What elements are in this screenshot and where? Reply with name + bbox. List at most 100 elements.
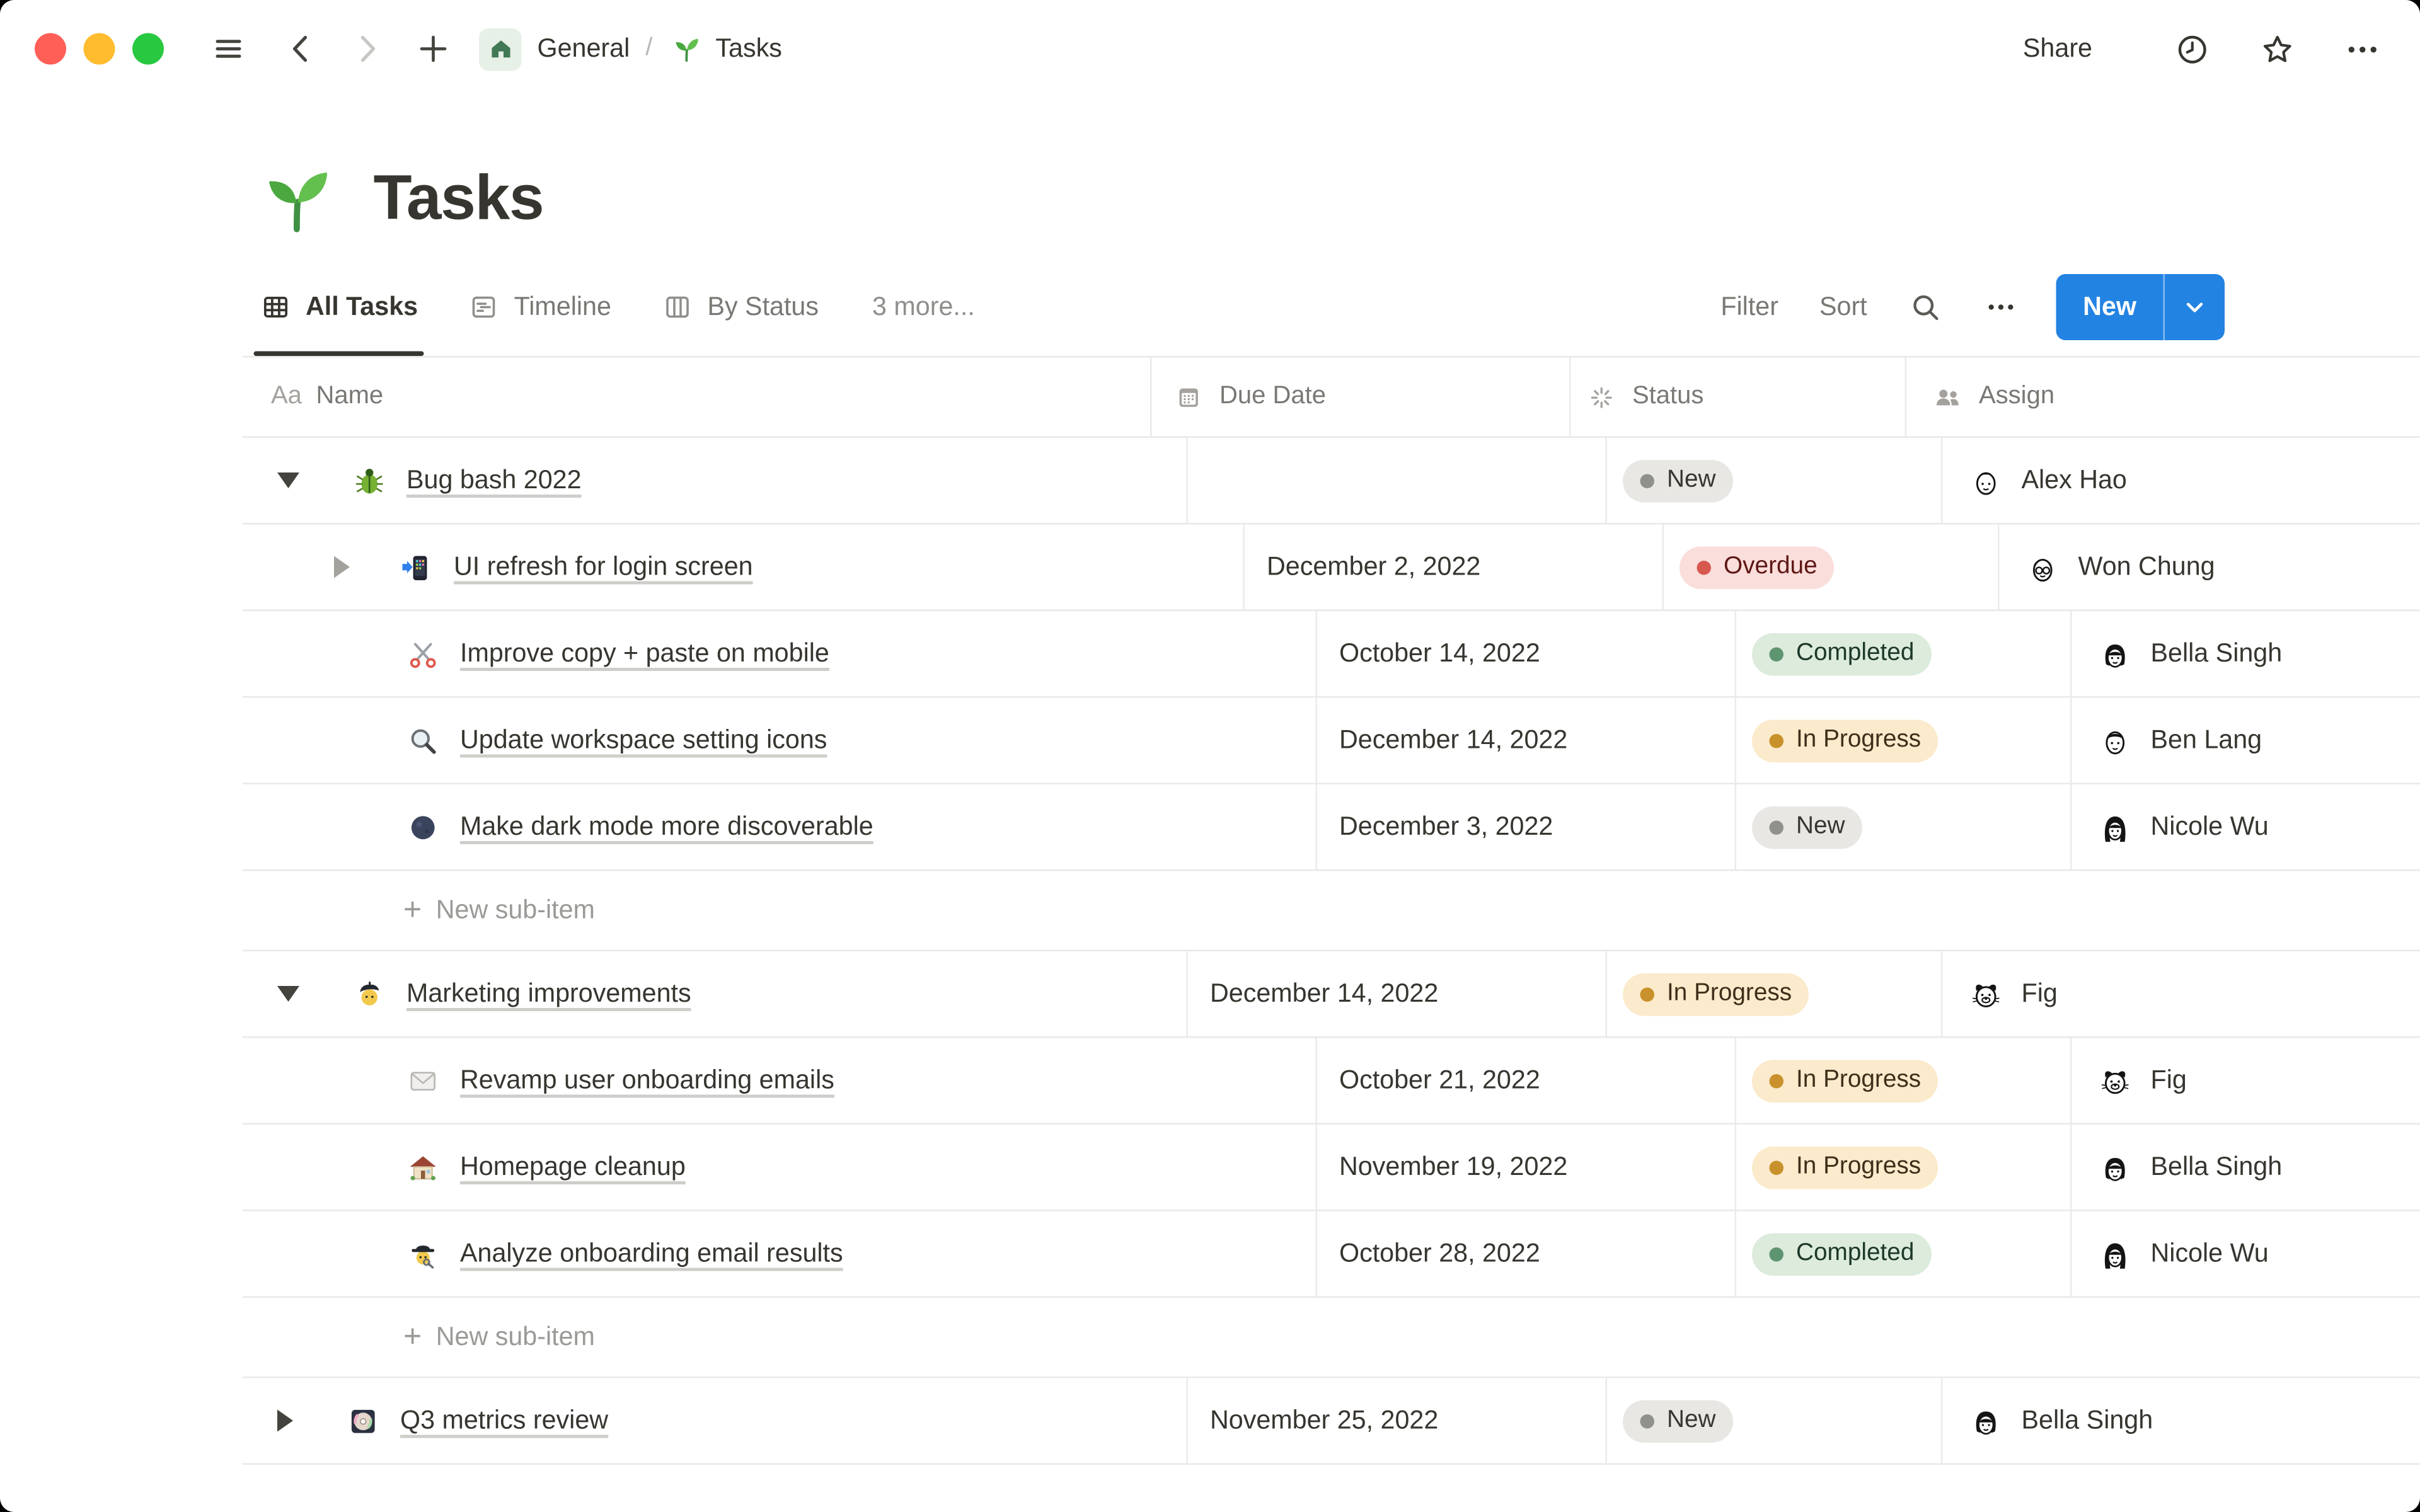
close-window-button[interactable] — [35, 33, 66, 65]
due-date-cell[interactable]: December 3, 2022 — [1317, 784, 1736, 869]
due-date-cell[interactable]: December 14, 2022 — [1317, 697, 1736, 783]
status-cell[interactable]: Overdue — [1664, 524, 2000, 610]
table-header-row: Aa Name Due Date Status Assign — [243, 357, 2420, 438]
sidebar-menu-button[interactable] — [205, 25, 252, 72]
assign-cell[interactable]: Bella Singh — [2072, 611, 2420, 696]
hamburger-icon — [216, 40, 241, 58]
due-date-cell[interactable]: November 25, 2022 — [1188, 1378, 1607, 1463]
task-title-link[interactable]: Q3 metrics review — [400, 1406, 608, 1436]
status-cell[interactable]: New — [1607, 438, 1943, 523]
task-title-link[interactable]: Bug bash 2022 — [406, 466, 582, 496]
column-header-due-date[interactable]: Due Date — [1152, 357, 1571, 437]
breadcrumb-page[interactable]: Tasks — [715, 34, 781, 64]
assignee-name: Fig — [2150, 1065, 2187, 1094]
due-date-cell[interactable]: October 21, 2022 — [1317, 1038, 1736, 1123]
assignee-name: Nicole Wu — [2150, 1239, 2269, 1268]
tab-label: Timeline — [514, 292, 611, 321]
collapse-toggle[interactable] — [277, 986, 299, 1002]
tab-timeline[interactable]: Timeline — [468, 258, 611, 356]
due-date-cell[interactable]: October 14, 2022 — [1317, 611, 1736, 696]
new-task-button[interactable]: New — [2056, 274, 2164, 340]
collapse-toggle[interactable] — [277, 472, 299, 488]
due-date-value: October 14, 2022 — [1339, 638, 1540, 667]
zoom-window-button[interactable] — [132, 33, 164, 65]
status-cell[interactable]: In Progress — [1607, 951, 1943, 1036]
assign-cell[interactable]: Fig — [1943, 951, 2420, 1036]
table-row: Improve copy + paste on mobile October 1… — [243, 611, 2420, 698]
home-icon — [491, 40, 510, 58]
phone-arrow-icon — [402, 555, 427, 580]
assign-cell[interactable]: Ben Lang — [2072, 698, 2420, 783]
expand-toggle[interactable] — [334, 556, 350, 578]
share-button[interactable]: Share — [2023, 34, 2092, 64]
history-back-button[interactable] — [277, 25, 325, 72]
task-title-link[interactable]: Improve copy + paste on mobile — [460, 639, 829, 669]
table-row: Revamp user onboarding emails October 21… — [243, 1038, 2420, 1125]
column-label: Due Date — [1219, 382, 1326, 410]
status-cell[interactable]: In Progress — [1736, 1125, 2072, 1210]
new-page-button[interactable] — [410, 25, 457, 72]
due-date-cell[interactable] — [1188, 438, 1607, 523]
status-cell[interactable]: In Progress — [1736, 697, 2072, 783]
man-glasses-avatar — [2032, 558, 2053, 581]
due-date-cell[interactable]: November 19, 2022 — [1317, 1125, 1736, 1210]
man-short-hair-avatar — [1976, 471, 1996, 495]
ellipsis-icon — [1988, 304, 2014, 310]
expand-toggle[interactable] — [277, 1409, 293, 1432]
search-button[interactable] — [1908, 290, 1943, 324]
views-toolbar: All Tasks Timeline By Status 3 more... F… — [253, 258, 2225, 356]
status-badge: In Progress — [1752, 719, 1939, 762]
due-date-cell[interactable]: October 28, 2022 — [1317, 1211, 1736, 1297]
tab-all-tasks[interactable]: All Tasks — [253, 258, 425, 356]
minimize-window-button[interactable] — [83, 33, 115, 65]
assign-cell[interactable]: Bella Singh — [1943, 1378, 2420, 1463]
page-options-button[interactable] — [2338, 25, 2385, 72]
history-forward-button[interactable] — [343, 25, 391, 72]
plus-icon — [415, 30, 452, 68]
table-row: Analyze onboarding email results October… — [243, 1211, 2420, 1298]
status-cell[interactable]: Completed — [1736, 611, 2072, 696]
page-title[interactable]: Tasks — [374, 163, 544, 234]
task-title-link[interactable]: Homepage cleanup — [460, 1152, 686, 1183]
calendar-icon — [1179, 387, 1198, 406]
favorite-button[interactable] — [2253, 25, 2300, 72]
task-title-link[interactable]: Make dark mode more discoverable — [460, 812, 873, 842]
task-title-link[interactable]: Revamp user onboarding emails — [460, 1065, 834, 1096]
updates-button[interactable] — [2168, 25, 2215, 72]
breadcrumb-root[interactable]: General — [538, 34, 630, 64]
table-row: Q3 metrics review November 25, 2022 New … — [243, 1378, 2420, 1465]
app-window: General / Tasks Share Tasks All Tasks Ti… — [0, 0, 2420, 1512]
task-title-link[interactable]: UI refresh for login screen — [454, 552, 753, 582]
new-sub-item-row[interactable]: + New sub-item — [243, 871, 2420, 951]
breadcrumb-home-badge[interactable] — [479, 27, 522, 71]
assign-cell[interactable]: Nicole Wu — [2072, 784, 2420, 869]
status-cell[interactable]: New — [1607, 1378, 1943, 1463]
page-seedling-icon[interactable] — [257, 158, 339, 239]
new-task-dropdown-button[interactable] — [2165, 274, 2225, 340]
task-title-link[interactable]: Analyze onboarding email results — [460, 1239, 843, 1269]
more-views-button[interactable]: 3 more... — [872, 292, 975, 323]
assign-cell[interactable]: Alex Hao — [1943, 438, 2420, 523]
sort-button[interactable]: Sort — [1819, 292, 1867, 323]
table-row: Marketing improvements December 14, 2022… — [243, 951, 2420, 1038]
column-header-assign[interactable]: Assign — [1906, 358, 2420, 437]
filter-button[interactable]: Filter — [1720, 292, 1778, 323]
new-sub-item-row[interactable]: + New sub-item — [243, 1298, 2420, 1378]
assign-cell[interactable]: Nicole Wu — [2072, 1211, 2420, 1297]
clock-icon — [2172, 29, 2211, 69]
due-date-cell[interactable]: December 14, 2022 — [1188, 951, 1607, 1036]
assign-cell[interactable]: Fig — [2072, 1038, 2420, 1123]
task-title-link[interactable]: Update workspace setting icons — [460, 725, 827, 755]
due-date-cell[interactable]: December 2, 2022 — [1245, 524, 1664, 610]
view-options-button[interactable] — [1984, 290, 2019, 324]
column-header-name[interactable]: Aa Name — [243, 357, 1152, 437]
column-header-status[interactable]: Status — [1571, 357, 1906, 437]
status-cell[interactable]: In Progress — [1736, 1038, 2072, 1123]
assign-cell[interactable]: Bella Singh — [2072, 1125, 2420, 1210]
status-cell[interactable]: Completed — [1736, 1211, 2072, 1297]
column-label: Status — [1632, 382, 1704, 410]
tab-by-status[interactable]: By Status — [662, 258, 819, 356]
assign-cell[interactable]: Won Chung — [2000, 525, 2420, 610]
status-cell[interactable]: New — [1736, 784, 2072, 869]
task-title-link[interactable]: Marketing improvements — [406, 979, 691, 1009]
